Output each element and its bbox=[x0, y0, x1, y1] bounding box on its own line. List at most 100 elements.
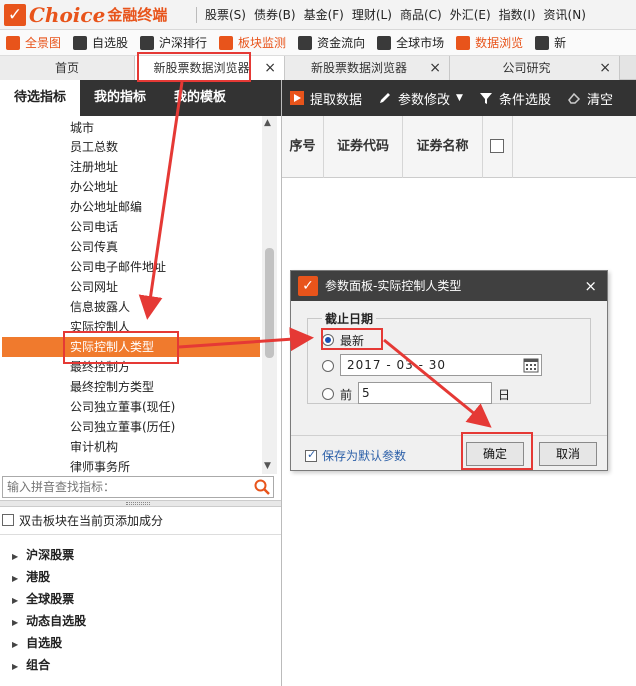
tree-scrollbar[interactable]: ▲ ▼ bbox=[262, 116, 277, 474]
app-logo: ✓ Choice 金融终端 bbox=[0, 0, 196, 30]
group-label: 沪深股票 bbox=[26, 548, 75, 562]
toolbar-data-browse[interactable]: 数据浏览 bbox=[450, 34, 529, 51]
add-to-block-option[interactable]: 双击板块在当前页添加成分 bbox=[2, 510, 163, 530]
group-label: 全球股票 bbox=[26, 592, 75, 606]
scroll-down-icon[interactable]: ▼ bbox=[264, 461, 271, 471]
menu-wealth[interactable]: 理财(L) bbox=[352, 6, 392, 23]
indicator-search bbox=[2, 476, 274, 498]
cancel-button[interactable]: 取消 bbox=[539, 442, 597, 466]
play-icon bbox=[290, 91, 304, 105]
group-label: 港股 bbox=[26, 570, 51, 584]
tab-my-templates[interactable]: 我的模板 bbox=[160, 80, 240, 116]
prev-days-input[interactable]: 5 bbox=[358, 382, 492, 404]
group-item[interactable]: ▶ 沪深股票 bbox=[12, 544, 74, 566]
group-item[interactable]: ▶ 组合 bbox=[12, 654, 50, 676]
menu-bar: ✓ Choice 金融终端 股票(S) 债券(B) 基金(F) 理财(L) 商品… bbox=[0, 0, 636, 30]
tree-item[interactable]: 信息披露人 bbox=[0, 297, 258, 317]
save-default-option[interactable]: 保存为默认参数 bbox=[305, 447, 406, 464]
save-default-checkbox[interactable] bbox=[305, 448, 317, 462]
calendar-icon[interactable] bbox=[523, 357, 539, 373]
deadline-date-field[interactable]: 2017 - 03 - 30 bbox=[340, 354, 542, 376]
column-header-select[interactable] bbox=[483, 116, 513, 178]
tab-my-indicators[interactable]: 我的指标 bbox=[80, 80, 160, 116]
group-item[interactable]: ▶ 自选股 bbox=[12, 632, 62, 654]
watchlist-icon bbox=[73, 35, 88, 50]
quick-toolbar: 全景图 自选股 沪深排行 板块监测 资金流向 全球市场 数据浏览 新 bbox=[0, 30, 636, 56]
toolbar-new[interactable]: 新 bbox=[529, 34, 572, 51]
tree-item[interactable]: 员工总数 bbox=[0, 137, 258, 157]
select-all-checkbox[interactable] bbox=[490, 139, 504, 153]
toolbar-label: 板块监测 bbox=[238, 36, 287, 50]
close-icon[interactable]: × bbox=[264, 56, 276, 80]
menu-index[interactable]: 指数(I) bbox=[499, 6, 536, 23]
panel-splitter[interactable] bbox=[0, 500, 281, 507]
tree-item[interactable]: 办公地址邮编 bbox=[0, 197, 258, 217]
checkmark-logo-icon: ✓ bbox=[298, 276, 318, 296]
tree-item[interactable]: 公司独立董事(历任) bbox=[0, 417, 258, 437]
toolbar-global-market[interactable]: 全球市场 bbox=[371, 34, 450, 51]
column-header-code[interactable]: 证券代码 bbox=[324, 116, 403, 178]
indicator-search-input[interactable] bbox=[3, 477, 243, 497]
tab-home[interactable]: 首页 bbox=[0, 56, 135, 80]
tree-item[interactable]: 律师事务所 bbox=[0, 457, 258, 474]
clear-button[interactable]: 清空 bbox=[559, 89, 621, 108]
expand-arrow-icon: ▶ bbox=[12, 640, 19, 649]
toolbar-capital-flow[interactable]: 资金流向 bbox=[292, 34, 371, 51]
close-icon[interactable]: × bbox=[599, 56, 611, 80]
indicator-panel-tabs: 待选指标 我的指标 我的模板 bbox=[0, 80, 281, 116]
column-header-index[interactable]: 序号 bbox=[282, 116, 324, 178]
tree-item[interactable]: 公司电子邮件地址 bbox=[0, 257, 258, 277]
dialog-divider bbox=[291, 435, 607, 436]
column-header-name[interactable]: 证券名称 bbox=[403, 116, 483, 178]
dropdown-caret-icon[interactable]: ▼ bbox=[456, 93, 463, 103]
menu-commodities[interactable]: 商品(C) bbox=[400, 6, 442, 23]
toolbar-panorama[interactable]: 全景图 bbox=[0, 34, 67, 51]
group-item[interactable]: ▶ 港股 bbox=[12, 566, 50, 588]
toolbar-watchlist[interactable]: 自选股 bbox=[67, 34, 134, 51]
pencil-icon bbox=[380, 93, 391, 103]
tree-item[interactable]: 公司电话 bbox=[0, 217, 258, 237]
tree-item[interactable]: 城市 bbox=[0, 118, 258, 138]
indicator-tree[interactable]: 城市 员工总数 注册地址 办公地址 办公地址邮编 公司电话 公司传真 公司电子邮… bbox=[0, 116, 262, 474]
add-to-block-checkbox[interactable] bbox=[2, 514, 14, 526]
scrollbar-thumb[interactable] bbox=[265, 248, 274, 358]
menu-bonds[interactable]: 债券(B) bbox=[254, 6, 296, 23]
tab-stock-browser-2[interactable]: 新股票数据浏览器 × bbox=[285, 56, 450, 80]
tree-item[interactable]: 公司独立董事(现任) bbox=[0, 397, 258, 417]
close-icon[interactable]: × bbox=[429, 56, 441, 80]
edit-params-button[interactable]: 参数修改 ▼ bbox=[370, 89, 471, 108]
tree-item[interactable]: 最终控制方类型 bbox=[0, 377, 258, 397]
tree-item[interactable]: 公司网址 bbox=[0, 277, 258, 297]
group-item[interactable]: ▶ 全球股票 bbox=[12, 588, 74, 610]
annotation-box-tab bbox=[137, 52, 251, 82]
toolbar-ranking[interactable]: 沪深排行 bbox=[134, 34, 213, 51]
tree-item[interactable]: 审计机构 bbox=[0, 437, 258, 457]
prev-days-unit: 日 bbox=[498, 388, 511, 402]
deadline-legend: 截止日期 bbox=[322, 310, 377, 327]
tree-item[interactable]: 注册地址 bbox=[0, 157, 258, 177]
tab-candidate-indicators[interactable]: 待选指标 bbox=[0, 80, 81, 116]
tree-item[interactable]: 公司传真 bbox=[0, 237, 258, 257]
menu-news[interactable]: 资讯(N) bbox=[544, 6, 586, 23]
save-default-label: 保存为默认参数 bbox=[322, 449, 407, 463]
date-radio[interactable] bbox=[322, 360, 334, 372]
menu-forex[interactable]: 外汇(E) bbox=[450, 6, 491, 23]
dialog-title-bar[interactable]: ✓ 参数面板-实际控制人类型 × bbox=[291, 271, 607, 301]
filter-stocks-button[interactable]: 条件选股 bbox=[471, 89, 559, 108]
panorama-icon bbox=[6, 35, 20, 50]
menu-funds[interactable]: 基金(F) bbox=[304, 6, 344, 23]
tab-label: 新股票数据浏览器 bbox=[310, 61, 407, 75]
tab-company-research[interactable]: 公司研究 × bbox=[450, 56, 620, 80]
scroll-up-icon[interactable]: ▲ bbox=[264, 118, 271, 128]
browser-toolbar: 提取数据 参数修改 ▼ 条件选股 清空 bbox=[282, 80, 636, 116]
toolbar-sector-monitor[interactable]: 板块监测 bbox=[213, 34, 292, 51]
search-icon[interactable] bbox=[253, 478, 271, 496]
tab-label: 公司研究 bbox=[502, 61, 551, 75]
group-item[interactable]: ▶ 动态自选股 bbox=[12, 610, 86, 632]
tree-item[interactable]: 办公地址 bbox=[0, 177, 258, 197]
document-tabs: 首页 新股票数据浏览器 × 新股票数据浏览器 × 公司研究 × bbox=[0, 56, 636, 80]
extract-data-button[interactable]: 提取数据 bbox=[282, 89, 370, 108]
prev-days-radio[interactable] bbox=[322, 388, 334, 400]
menu-stocks[interactable]: 股票(S) bbox=[205, 6, 246, 23]
close-icon[interactable]: × bbox=[584, 271, 597, 301]
